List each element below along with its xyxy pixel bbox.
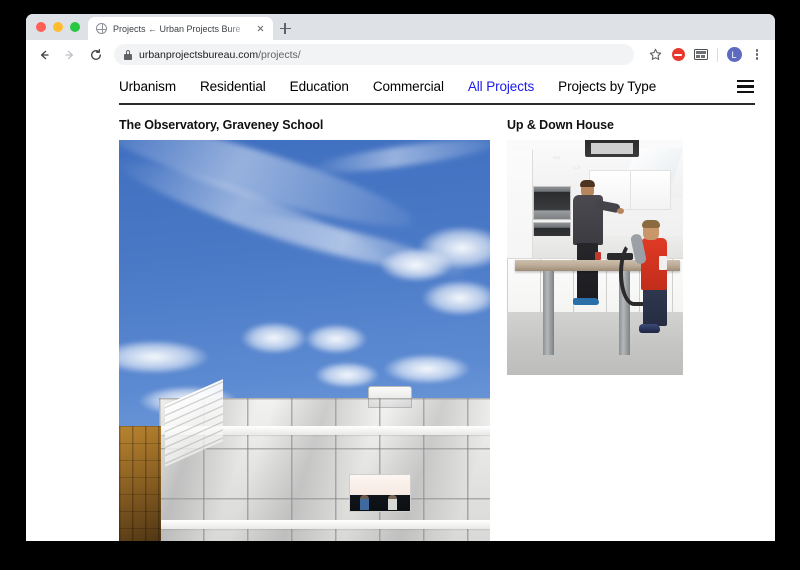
built-in-oven — [533, 185, 571, 220]
timber-wall — [119, 425, 161, 541]
new-tab-button[interactable] — [273, 17, 297, 40]
cloud — [241, 321, 307, 354]
nav-divider — [119, 103, 755, 105]
downlight — [553, 155, 560, 159]
cloud — [315, 361, 379, 388]
address-bar[interactable]: urbanprojectsbureau.com/projects/ — [114, 44, 634, 65]
browser-tab[interactable]: Projects ← Urban Projects Bure — [88, 17, 273, 40]
person-figure — [360, 494, 369, 510]
cloud — [305, 323, 367, 354]
minimize-window-button[interactable] — [53, 22, 63, 32]
forward-arrow-icon[interactable] — [58, 43, 82, 67]
hamburger-menu-icon[interactable] — [737, 79, 757, 94]
url-display: urbanprojectsbureau.com/projects/ — [139, 49, 301, 61]
project-image-observatory[interactable] — [119, 139, 490, 541]
nav-link-urbanism[interactable]: Urbanism — [119, 79, 176, 94]
globe-icon — [96, 23, 107, 34]
man-hand — [617, 207, 624, 214]
back-arrow-icon[interactable] — [32, 43, 56, 67]
nav-link-education[interactable]: Education — [290, 79, 349, 94]
project-card-updownhouse[interactable]: Up & Down House — [507, 118, 683, 542]
star-icon[interactable] — [645, 45, 665, 65]
projects-grid: The Observatory, Graveney School Up & Do… — [26, 117, 775, 542]
page-content: Urbanism Residential Education Commercia… — [26, 70, 775, 541]
url-path: /projects/ — [258, 48, 301, 61]
cloud — [422, 279, 490, 316]
nav-link-all-projects[interactable]: All Projects — [468, 79, 534, 94]
maximize-window-button[interactable] — [70, 22, 80, 32]
project-title: The Observatory, Graveney School — [119, 117, 324, 132]
url-domain: urbanprojectsbureau.com — [139, 48, 259, 61]
close-icon[interactable] — [254, 22, 267, 35]
jar — [595, 251, 601, 260]
man-shoe — [573, 297, 599, 305]
extension-blocker-icon[interactable] — [668, 45, 688, 65]
boy-head — [642, 219, 660, 240]
avatar[interactable]: L — [724, 45, 744, 65]
nav-link-commercial[interactable]: Commercial — [373, 79, 444, 94]
extractor-hood — [585, 139, 639, 157]
tab-strip: Projects ← Urban Projects Bure — [26, 14, 775, 40]
facade-band — [159, 519, 490, 529]
nav-link-projects-by-type[interactable]: Projects by Type — [558, 79, 656, 94]
close-window-button[interactable] — [36, 22, 46, 32]
window-traffic-lights — [34, 14, 88, 40]
browser-window: Projects ← Urban Projects Bure urbanproj… — [26, 14, 775, 541]
school-building — [119, 378, 490, 541]
downlight — [573, 165, 580, 169]
toolbar-divider — [717, 47, 718, 62]
project-image-updownhouse[interactable] — [507, 139, 683, 375]
nav-link-residential[interactable]: Residential — [200, 79, 266, 94]
cloud — [384, 353, 470, 384]
cloud — [380, 247, 452, 282]
kebab-menu-icon[interactable] — [747, 45, 767, 65]
island-leg — [543, 270, 554, 355]
project-card-observatory[interactable]: The Observatory, Graveney School — [119, 117, 490, 541]
toolbar-actions: L — [641, 45, 767, 65]
boy-legs — [643, 287, 667, 326]
extension-toolbar-icon[interactable] — [691, 45, 711, 65]
browser-toolbar: urbanprojectsbureau.com/projects/ L — [26, 40, 775, 70]
site-navigation: Urbanism Residential Education Commercia… — [26, 70, 775, 94]
lock-icon — [124, 49, 132, 60]
avatar-initial: L — [726, 47, 742, 62]
boy-shirt-graphic — [659, 255, 667, 270]
tab-title: Projects ← Urban Projects Bure — [113, 23, 241, 34]
person-figure — [388, 494, 397, 510]
project-title: Up & Down House — [507, 117, 614, 132]
boy-shoe — [639, 323, 660, 333]
reload-icon[interactable] — [84, 43, 108, 67]
open-window — [349, 473, 411, 512]
